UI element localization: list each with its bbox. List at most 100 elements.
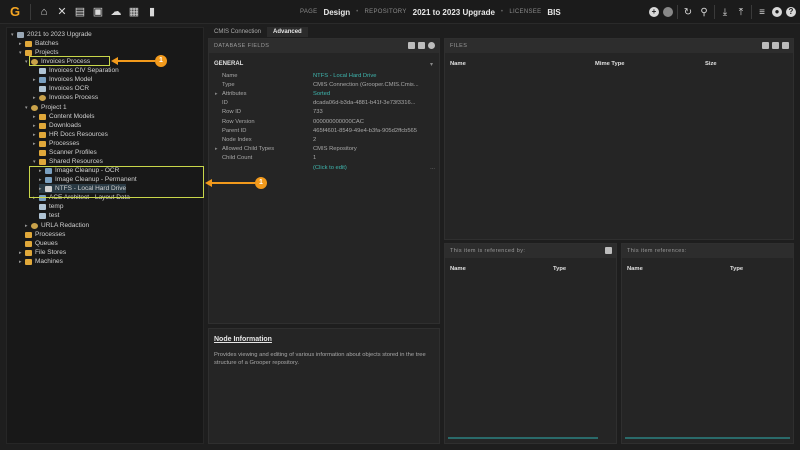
open-external-icon[interactable] [772, 42, 779, 49]
search-icon[interactable]: ⚲ [698, 7, 710, 18]
panel-header: This item references: [622, 244, 793, 258]
column-header-mime-type[interactable]: Mime Type [595, 61, 625, 67]
tree-node[interactable]: ▸ Invoices Process [33, 93, 98, 102]
column-header-name[interactable]: Name [450, 61, 466, 67]
tab-advanced[interactable]: Advanced [267, 27, 308, 37]
gear-icon [31, 104, 38, 111]
more-button[interactable]: ... [430, 165, 435, 171]
tools-icon[interactable]: ✕ [56, 6, 68, 18]
chevron-right-icon[interactable]: ▸ [215, 91, 218, 97]
column-header-name[interactable]: Name [450, 266, 466, 272]
lock-icon[interactable] [408, 42, 415, 49]
save-icon[interactable] [418, 42, 425, 49]
column-header-name[interactable]: Name [627, 266, 643, 272]
property-row[interactable]: Type CMIS Connection (Grooper.CMIS.Cmis..… [209, 80, 441, 89]
property-row[interactable]: Row ID 733 [209, 108, 441, 117]
tree-node[interactable]: ▾ Shared Resources [33, 157, 103, 166]
tab-cmis-connection[interactable]: CMIS Connection [208, 27, 267, 37]
references-panel: This item references: Name Type [621, 243, 794, 444]
upload-icon[interactable]: ⤒ [735, 7, 747, 18]
tree-node[interactable]: ▸ Machines [19, 257, 63, 266]
database-icon[interactable]: ≡ [756, 7, 768, 18]
tree-node[interactable]: ▸ Content Models [33, 112, 95, 121]
tree-node[interactable]: ▸ File Stores [19, 248, 66, 257]
user-icon[interactable]: ● [772, 7, 782, 17]
inbox-icon[interactable]: ▣ [92, 6, 104, 18]
property-key: Allowed Child Types [222, 146, 275, 153]
tree-node[interactable]: ▾ Project 1 [25, 103, 67, 112]
property-value[interactable]: CMIS Connection (Grooper.CMIS.Cmis... [313, 82, 419, 88]
archive-icon[interactable]: ▤ [74, 6, 86, 18]
property-value[interactable]: 000000000000CAC [313, 119, 364, 125]
download-icon[interactable] [782, 42, 789, 49]
help-icon[interactable]: ? [786, 7, 796, 17]
chart-icon[interactable]: ▮ [146, 6, 158, 18]
section-general[interactable]: GENERAL [214, 61, 243, 67]
property-key: ID [222, 100, 228, 107]
horizontal-scrollbar[interactable] [625, 437, 790, 439]
app-logo[interactable]: G [4, 1, 26, 23]
toolbar-right: + ↻ ⚲ ⤓ ⤒ ≡ ● ? [649, 0, 796, 24]
property-row[interactable]: Parent ID 465f4601-8549-49e4-b3fa-905d2ff… [209, 126, 441, 135]
property-row[interactable]: ▸ Attributes Sorted [209, 89, 441, 98]
property-row[interactable]: (Click to edit)... [209, 163, 441, 172]
horizontal-scrollbar[interactable] [448, 437, 598, 439]
tree-node[interactable]: ▸ Processes [33, 139, 79, 148]
folder-icon [39, 122, 46, 129]
tree-node-label: Invoices CIV Separation [49, 67, 119, 74]
tree-node[interactable]: Queues [19, 239, 58, 248]
property-row[interactable]: ▸ Allowed Child Types CMIS Repository [209, 145, 441, 154]
tree-node[interactable]: ▸ HR Docs Resources [33, 130, 108, 139]
tree-node-label: Downloads [49, 122, 82, 129]
tree-node[interactable]: Scanner Profiles [33, 148, 97, 157]
tree-node[interactable]: ▸ Downloads [33, 121, 81, 130]
tree-node[interactable]: ▸ URLA Redaction [25, 221, 89, 230]
property-key: Name [222, 72, 238, 79]
delete-icon[interactable] [762, 42, 769, 49]
property-row[interactable]: Node Index 2 [209, 135, 441, 144]
property-value[interactable]: Sorted [313, 91, 330, 97]
add-circle-icon[interactable]: + [649, 7, 659, 17]
property-row[interactable]: Child Count 1 [209, 154, 441, 163]
chevron-right-icon[interactable]: ▸ [215, 146, 218, 152]
tree-node[interactable]: Invoices CIV Separation [33, 66, 119, 75]
column-header-size[interactable]: Size [705, 61, 717, 67]
tree-node[interactable]: ▾ 2021 to 2023 Upgrade [11, 30, 92, 39]
property-value[interactable]: NTFS - Local Hard Drive [313, 73, 376, 79]
property-value[interactable]: dcada06d-b3da-4881-b41f-3e73f3316... [313, 100, 416, 106]
divider [751, 5, 752, 19]
property-row[interactable]: Name NTFS - Local Hard Drive [209, 71, 441, 80]
column-header-type[interactable]: Type [553, 266, 566, 272]
callout-line [211, 182, 255, 184]
property-row[interactable]: Row Version 000000000000CAC [209, 117, 441, 126]
doc-icon [39, 76, 46, 83]
tree-node[interactable]: temp [33, 202, 63, 211]
database-fields-panel: DATABASE FIELDS GENERAL ▾ Name NTFS - Loc… [208, 38, 440, 324]
property-row[interactable]: ID dcada06d-b3da-4881-b41f-3e73f3316... [209, 99, 441, 108]
property-value[interactable]: 733 [313, 109, 323, 115]
tree-node[interactable]: Invoices OCR [33, 84, 89, 93]
property-value[interactable]: (Click to edit) [313, 165, 347, 171]
cloud-icon[interactable]: ☁ [110, 6, 122, 18]
tree-node[interactable]: test [33, 211, 59, 220]
briefcase-icon[interactable]: ▦ [128, 6, 140, 18]
download-icon[interactable]: ⤓ [719, 7, 731, 18]
tree-node-label: Scanner Profiles [49, 149, 97, 156]
column-header-type[interactable]: Type [730, 266, 743, 272]
swap-icon[interactable] [605, 247, 612, 254]
chevron-down-icon[interactable]: ▾ [430, 61, 433, 68]
property-value[interactable]: 465f4601-8549-49e4-b3fa-905d2ffcb565 [313, 128, 417, 134]
circle-dim-icon[interactable] [663, 7, 673, 17]
home-icon[interactable]: ⌂ [38, 6, 50, 18]
property-value[interactable]: 2 [313, 137, 316, 143]
divider [714, 5, 715, 19]
close-icon[interactable] [428, 42, 435, 49]
property-value[interactable]: 1 [313, 155, 316, 161]
property-value[interactable]: CMIS Repository [313, 146, 357, 152]
breadcrumb: PAGE Design • REPOSITORY 2021 to 2023 Up… [300, 0, 561, 24]
tree-node[interactable]: ▸ Batches [19, 39, 59, 48]
divider [30, 3, 31, 20]
refresh-icon[interactable]: ↻ [682, 7, 694, 18]
tree-node[interactable]: ▸ Invoices Model [33, 75, 92, 84]
tree-node[interactable]: Processes [19, 230, 65, 239]
